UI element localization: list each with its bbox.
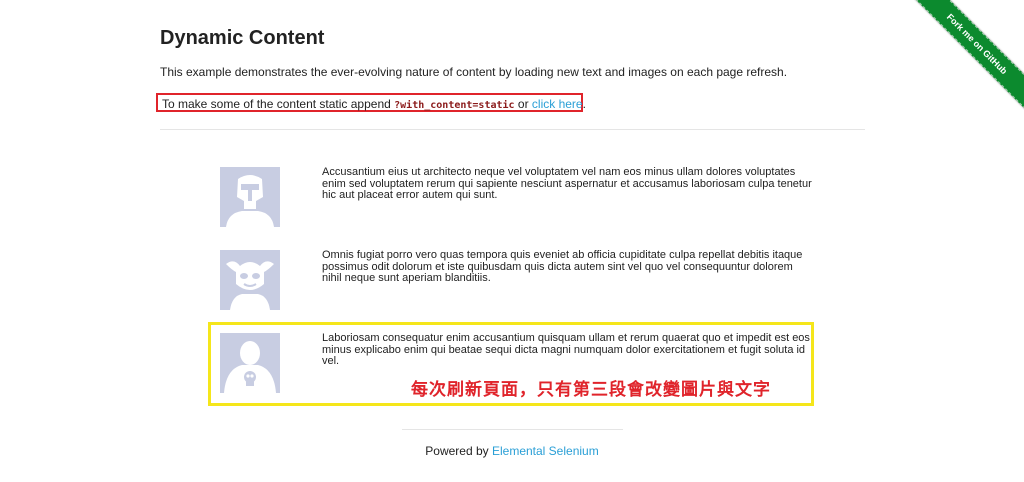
click-here-link[interactable]: click here [532, 97, 583, 111]
page: Dynamic Content This example demonstrate… [0, 0, 1024, 482]
content-row-2: Omnis fugiat porro vero quas tempora qui… [220, 249, 820, 310]
page-title: Dynamic Content [160, 27, 325, 49]
static-query-code: ?with_content=static [394, 100, 515, 111]
github-ribbon-container: Fork me on GitHub [914, 0, 1024, 110]
boba-fett-avatar-icon [220, 167, 280, 227]
static-content-hint: To make some of the content static appen… [156, 93, 586, 112]
static-hint-or: or [514, 97, 532, 111]
footer-prefix: Powered by [425, 444, 492, 458]
content-row-1-text: Accusantium eius ut architecto neque vel… [322, 166, 812, 201]
fork-me-on-github-ribbon[interactable]: Fork me on GitHub [914, 0, 1024, 110]
elemental-selenium-link[interactable]: Elemental Selenium [492, 444, 599, 458]
header-divider [160, 129, 865, 130]
content-row-1: Accusantium eius ut architecto neque vel… [220, 166, 820, 227]
content-row-2-text: Omnis fugiat porro vero quas tempora qui… [322, 249, 803, 284]
static-hint-suffix: . [582, 97, 586, 111]
jester-mask-avatar-icon [220, 250, 280, 310]
annotation-note: 每次刷新頁面，只有第三段會改變圖片與文字 [411, 380, 771, 399]
page-description: This example demonstrates the ever-evolv… [160, 65, 788, 79]
footer: Powered by Elemental Selenium [0, 444, 1024, 458]
footer-divider [402, 429, 623, 430]
static-hint-prefix: To make some of the content static appen… [162, 97, 395, 111]
